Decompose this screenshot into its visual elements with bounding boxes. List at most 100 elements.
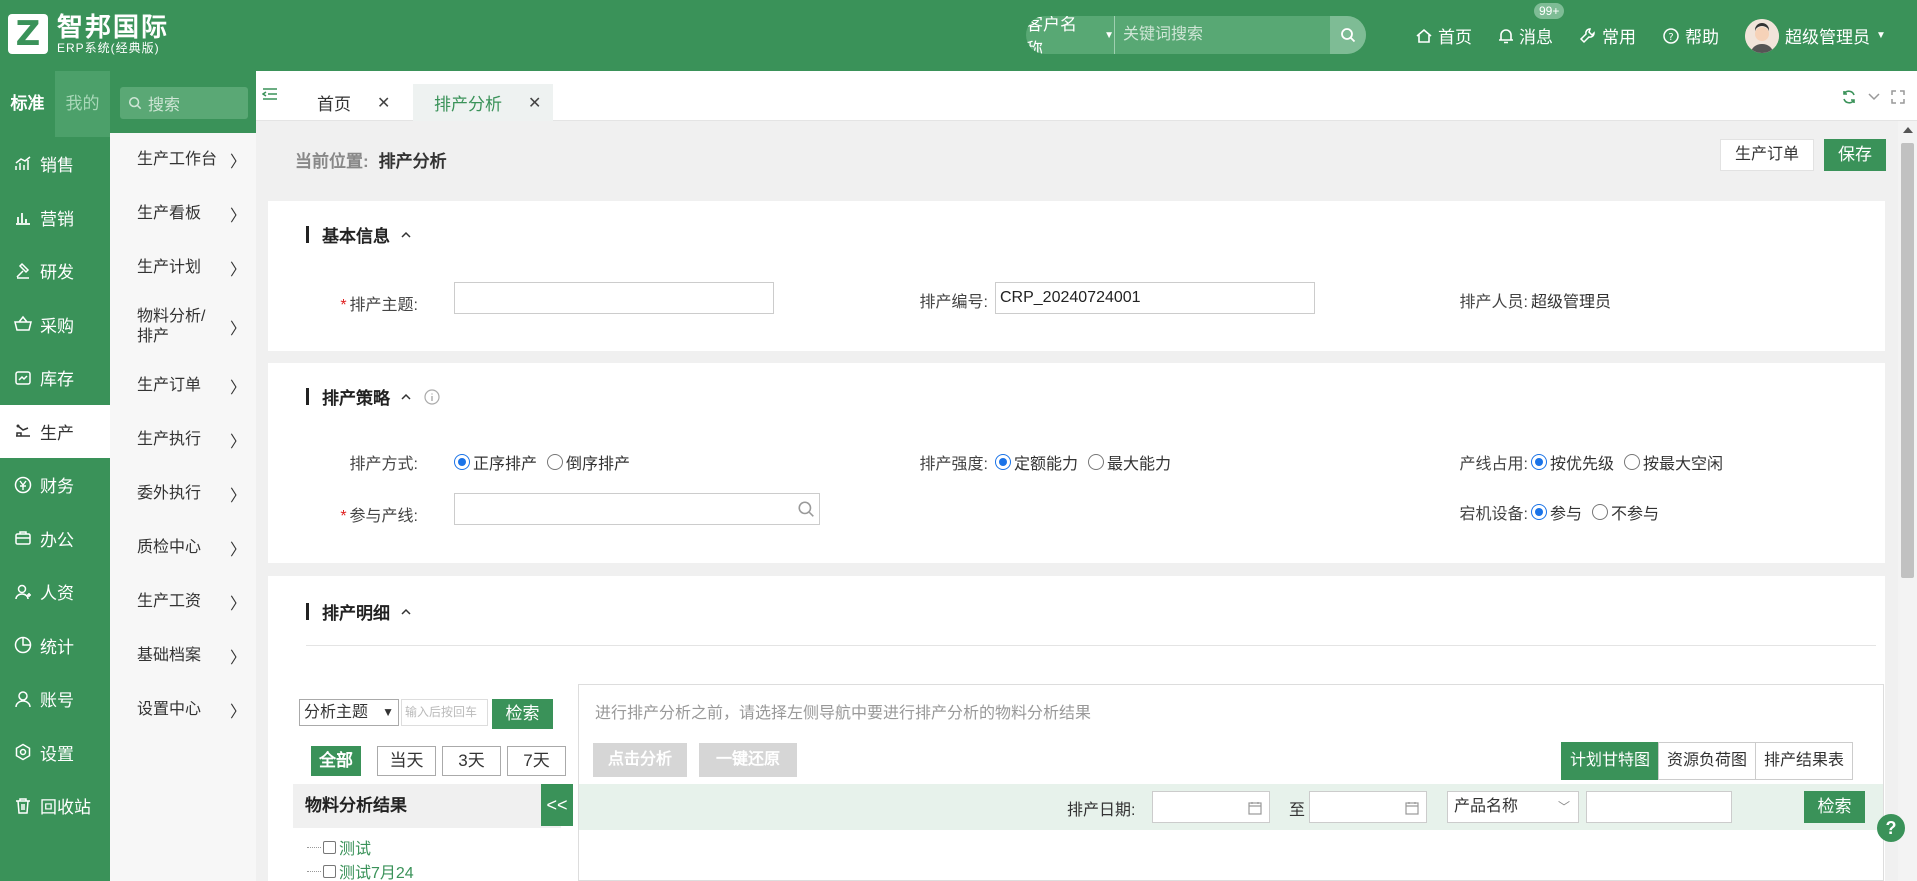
product-select[interactable]: 产品名称 ﹀ <box>1447 791 1579 823</box>
sidebar-item-account[interactable]: 账号 <box>0 672 110 726</box>
sidebar-item-purchase[interactable]: 采购 <box>0 298 110 352</box>
sidebar-item-marketing[interactable]: 营销 <box>0 191 110 245</box>
analysis-keyword-input[interactable]: 输入后按回车 <box>401 699 488 726</box>
radio-participate[interactable]: 参与 <box>1531 500 1582 524</box>
submenu-basic-archive[interactable]: 基础档案 〉 <box>110 629 256 683</box>
logo[interactable]: Z 智邦国际 ERP系统(经典版) <box>8 13 169 55</box>
refresh-icon[interactable] <box>1841 89 1857 105</box>
collapse-tree-button[interactable]: << <box>541 784 573 826</box>
menu-search-input[interactable]: 搜索 <box>120 87 248 119</box>
radio-not-participate[interactable]: 不参与 <box>1592 500 1659 524</box>
production-order-button[interactable]: 生产订单 <box>1719 139 1814 171</box>
tab-home[interactable]: 首页 ✕ <box>276 84 421 121</box>
filter-all[interactable]: 全部 <box>311 746 361 776</box>
end-date-input[interactable] <box>1309 791 1427 823</box>
strategy-header[interactable]: 排产策略 <box>306 384 440 409</box>
search-icon[interactable] <box>797 500 815 518</box>
tab-result-table[interactable]: 排产结果表 <box>1754 742 1853 780</box>
radio-max[interactable]: 最大能力 <box>1088 450 1171 474</box>
submenu-material-analysis[interactable]: 物料分析/排产 〉 <box>110 295 256 359</box>
sidebar-item-settings[interactable]: 设置 <box>0 726 110 780</box>
info-icon[interactable] <box>424 388 440 405</box>
filter-today[interactable]: 当天 <box>377 746 436 776</box>
radio-priority[interactable]: 按优先级 <box>1531 450 1614 474</box>
tab-resource-load[interactable]: 资源负荷图 <box>1657 742 1756 780</box>
close-icon[interactable]: ✕ <box>377 93 390 113</box>
radio-button[interactable] <box>454 454 470 470</box>
tree-item-label[interactable]: 测试7月24 <box>339 859 414 881</box>
sidebar-tab-mine[interactable]: 我的 <box>55 71 110 137</box>
nav-common[interactable]: 常用 <box>1579 23 1636 48</box>
submenu-quality-center[interactable]: 质检中心 〉 <box>110 521 256 575</box>
sidebar-item-hr[interactable]: 人资 <box>0 565 110 619</box>
menu-search-placeholder: 搜索 <box>148 97 181 114</box>
detail-header[interactable]: 排产明细 <box>306 599 412 624</box>
search-button[interactable] <box>1329 16 1366 54</box>
submenu-outsource-execution[interactable]: 委外执行 〉 <box>110 467 256 521</box>
radio-max-idle[interactable]: 按最大空闲 <box>1624 450 1723 474</box>
sidebar-item-office[interactable]: 办公 <box>0 512 110 566</box>
radio-button[interactable] <box>547 454 564 470</box>
sidebar-item-recycle[interactable]: 回收站 <box>0 779 110 833</box>
nav-home[interactable]: 首页 <box>1415 23 1472 48</box>
sidebar-item-finance[interactable]: 财务 <box>0 458 110 512</box>
search-input[interactable] <box>1114 16 1330 54</box>
radio-button[interactable] <box>1624 454 1641 470</box>
sidebar-tab-standard[interactable]: 标准 <box>0 71 55 137</box>
save-button[interactable]: 保存 <box>1824 139 1886 171</box>
radio-button[interactable] <box>1531 504 1547 520</box>
vertical-scrollbar[interactable] <box>1898 121 1917 881</box>
nav-messages[interactable]: 消息 99+ <box>1498 3 1565 48</box>
submenu-settings-center[interactable]: 设置中心 〉 <box>110 683 256 737</box>
fullscreen-icon[interactable] <box>1891 90 1905 104</box>
submenu-production-wages[interactable]: 生产工资 〉 <box>110 575 256 629</box>
submenu-production-workbench[interactable]: 生产工作台〉 <box>110 133 256 187</box>
sidebar-item-sales[interactable]: 销售 <box>0 137 110 191</box>
user-menu[interactable]: 超级管理员 ▼ <box>1745 18 1886 53</box>
radio-backward[interactable]: 倒序排产 <box>547 450 630 474</box>
filter-3days[interactable]: 3天 <box>442 746 501 776</box>
start-date-input[interactable] <box>1152 791 1270 823</box>
tree-checkbox[interactable] <box>323 840 336 854</box>
tab-scheduling-analysis[interactable]: 排产分析 ✕ <box>413 84 553 121</box>
left-search-button[interactable]: 检索 <box>492 699 553 729</box>
product-input[interactable] <box>1586 791 1732 823</box>
sidebar-item-rd[interactable]: 研发 <box>0 244 110 298</box>
radio-quota[interactable]: 定额能力 <box>995 450 1078 474</box>
search-category-select[interactable]: 客户名称 ▼ <box>1026 16 1115 54</box>
sidebar-item-production[interactable]: 生产 <box>0 404 110 458</box>
intensity-label: 排产强度: <box>919 456 988 473</box>
chevron-down-icon[interactable] <box>1867 90 1881 104</box>
tree-checkbox[interactable] <box>323 864 336 878</box>
submenu-production-board[interactable]: 生产看板 〉 <box>110 187 256 241</box>
submenu-production-execution[interactable]: 生产执行 〉 <box>110 413 256 467</box>
submenu-production-plan[interactable]: 生产计划 〉 <box>110 241 256 295</box>
nav-help[interactable]: ? 帮助 <box>1662 23 1719 48</box>
filter-search-button[interactable]: 检索 <box>1804 791 1865 823</box>
code-input[interactable] <box>995 282 1315 314</box>
radio-button[interactable] <box>1592 504 1609 520</box>
tree-item[interactable]: 测试7月24 <box>307 859 414 881</box>
tab-gantt[interactable]: 计划甘特图 <box>1560 742 1659 780</box>
sidebar-item-statistics[interactable]: 统计 <box>0 619 110 673</box>
scroll-up-icon[interactable] <box>1903 127 1913 133</box>
tree-item-label[interactable]: 测试 <box>339 835 371 859</box>
analyze-button[interactable]: 点击分析 <box>593 743 687 777</box>
basic-info-header[interactable]: 基本信息 <box>306 222 412 247</box>
close-icon[interactable]: ✕ <box>528 93 541 113</box>
scroll-thumb[interactable] <box>1901 143 1914 578</box>
analysis-subject-select[interactable]: 分析主题 ▼ <box>299 699 399 726</box>
sidebar-item-inventory[interactable]: 库存 <box>0 351 110 405</box>
restore-button[interactable]: 一键还原 <box>699 743 797 777</box>
radio-button[interactable] <box>1088 454 1105 470</box>
help-float-button[interactable]: ? <box>1877 814 1905 842</box>
tab-bar: 首页 ✕ 排产分析 ✕ <box>256 71 1917 121</box>
radio-button[interactable] <box>995 454 1011 470</box>
filter-7days[interactable]: 7天 <box>507 746 566 776</box>
tree-item[interactable]: 测试 <box>307 835 371 859</box>
lines-input[interactable] <box>454 493 820 525</box>
radio-button[interactable] <box>1531 454 1547 470</box>
submenu-production-order[interactable]: 生产订单 〉 <box>110 359 256 413</box>
subject-input[interactable] <box>454 282 774 314</box>
radio-forward[interactable]: 正序排产 <box>454 450 537 474</box>
